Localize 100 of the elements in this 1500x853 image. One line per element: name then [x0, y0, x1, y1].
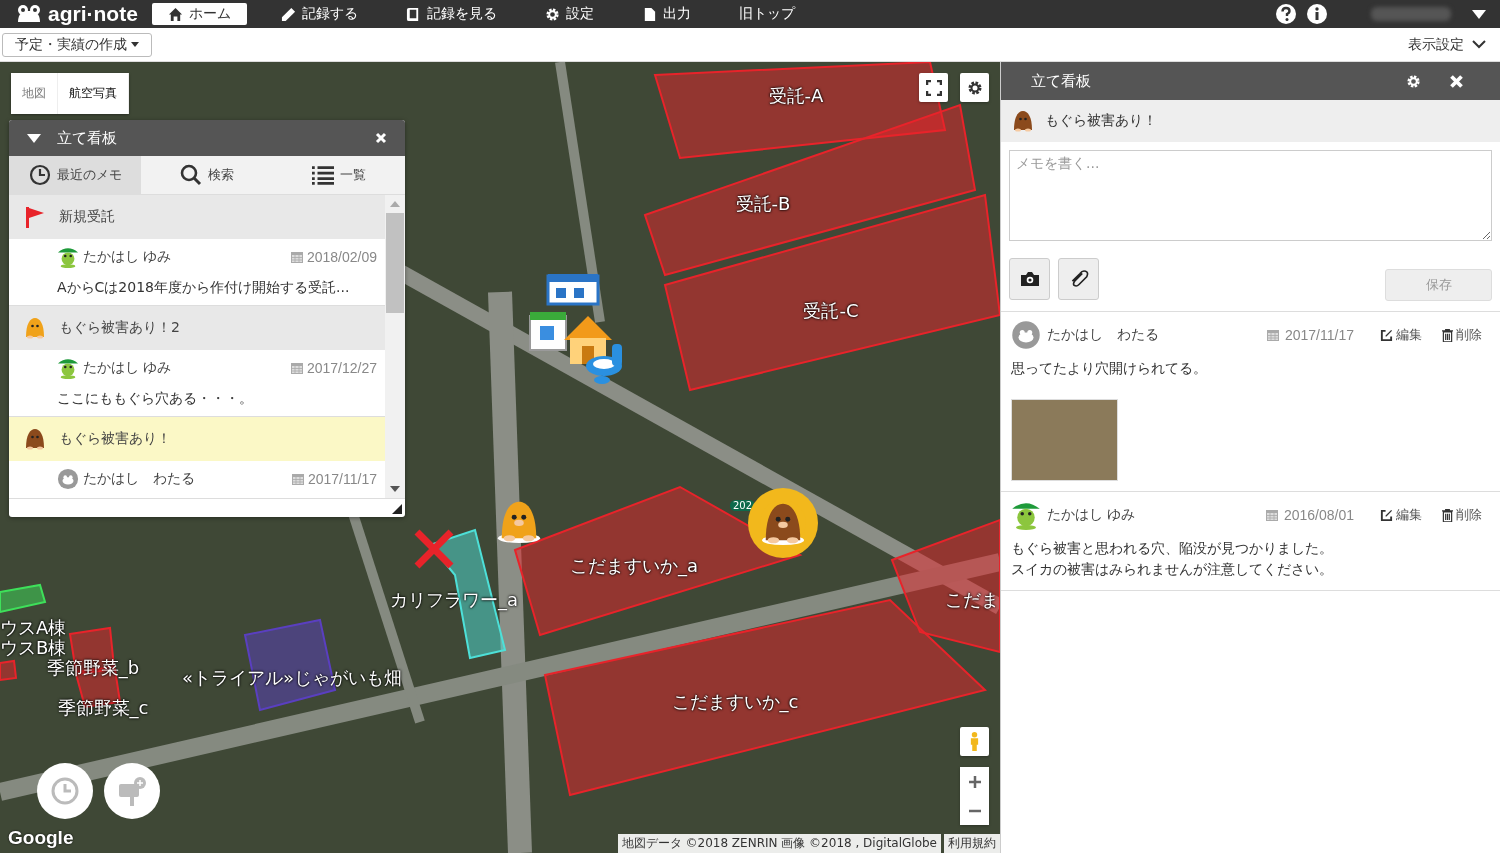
collapse-icon[interactable]	[27, 133, 41, 143]
mole-icon	[23, 316, 47, 340]
trash-icon	[1442, 328, 1453, 342]
board-list-item[interactable]: 新規受託	[9, 195, 385, 239]
memo-date: 2017/12/27	[306, 360, 377, 376]
memo-author: たかはし わたる	[83, 470, 195, 488]
calendar-icon	[290, 362, 303, 374]
terms-link[interactable]: 利用規約	[944, 834, 1000, 853]
mole-icon	[1011, 109, 1035, 133]
nav-tab[interactable]: 旧トップ	[724, 3, 809, 25]
memo-date: 2018/02/09	[306, 249, 377, 265]
board-list-item[interactable]: もぐら被害あり！	[9, 417, 385, 461]
photo-placeholder[interactable]	[1011, 399, 1118, 481]
fullscreen-button[interactable]	[919, 73, 948, 102]
comment-date: 2016/08/01	[1283, 507, 1354, 523]
comment-text: 思ってたより穴開けられてる。	[1011, 359, 1208, 378]
frog-avatar-icon	[1011, 500, 1041, 530]
nav-tab[interactable]: 記録する	[266, 3, 372, 25]
frog-logo-icon	[16, 4, 42, 24]
field-label: 受託-B	[735, 192, 791, 216]
memo-input-field[interactable]: メモを書く...	[1009, 150, 1492, 241]
memo-author: たかはし ゆみ	[83, 248, 172, 266]
caret-icon[interactable]	[1472, 9, 1486, 19]
mole-icon	[23, 427, 47, 451]
board-list-item[interactable]: もぐら被害あり！2	[9, 306, 385, 350]
settings-icon	[544, 6, 560, 22]
resize-grip-icon[interactable]	[392, 504, 402, 514]
history-button[interactable]	[37, 763, 93, 819]
person-icon	[969, 731, 980, 752]
comment-author: たかはし わたる	[1047, 326, 1159, 344]
app-logo[interactable]: agri·note	[0, 2, 152, 26]
camera-button[interactable]	[1009, 258, 1050, 300]
google-logo: Google	[8, 827, 74, 849]
memo-author: たかはし ゆみ	[83, 359, 172, 377]
scrollbar-thumb[interactable]	[386, 213, 404, 313]
panel-title: 立て看板	[57, 128, 117, 148]
map-attribution: 地図データ ©2018 ZENRIN 画像 ©2018 , DigitalGlobe	[617, 834, 941, 853]
field-polygon[interactable]	[0, 659, 18, 682]
zoom-in-button[interactable]	[960, 767, 989, 796]
board-title: もぐら被害あり！	[1045, 112, 1157, 130]
calendar-icon	[1266, 329, 1279, 341]
edit-icon	[1380, 328, 1393, 342]
edit-link[interactable]: 編集	[1380, 326, 1422, 344]
plan-record-dropdown[interactable]: 予定・実績の作成	[2, 32, 152, 57]
field-label: ウスA棟	[0, 616, 67, 639]
comment-date: 2017/11/17	[1284, 327, 1354, 343]
book-icon	[405, 6, 421, 22]
memo-date: 2017/11/17	[307, 471, 377, 487]
caret-icon	[131, 42, 139, 47]
field-label: 受託-C	[803, 299, 859, 323]
road-number-sign: 202	[730, 500, 756, 511]
attach-button[interactable]	[1058, 258, 1099, 300]
nav-tab[interactable]: 設定	[530, 3, 608, 25]
chevron-down-icon	[1472, 40, 1486, 49]
edit-icon	[1380, 508, 1393, 522]
close-icon[interactable]	[1449, 73, 1464, 89]
edit-link[interactable]: 編集	[1380, 506, 1422, 524]
nav-tab[interactable]: 記録を見る	[391, 3, 511, 25]
close-icon[interactable]	[375, 132, 387, 144]
field-polygon[interactable]	[0, 583, 47, 614]
settings-icon[interactable]	[1406, 73, 1421, 89]
calendar-icon	[1265, 509, 1278, 521]
pencil-icon	[280, 6, 296, 22]
clock-icon	[28, 164, 51, 186]
plus-icon	[967, 774, 982, 789]
list-icon	[312, 164, 334, 186]
user-avatar-icon	[57, 468, 79, 490]
settings-button[interactable]	[960, 73, 989, 102]
help-icon[interactable]	[1275, 3, 1297, 25]
delete-link[interactable]: 削除	[1442, 506, 1482, 524]
map-type-button[interactable]: 航空写真	[58, 73, 129, 114]
field-label: こだますいか_c	[671, 690, 799, 714]
memo-text: ここにももぐら穴ある・・・。	[57, 390, 254, 408]
field-polygon[interactable]	[663, 193, 1000, 392]
search-icon	[180, 164, 202, 186]
field-label: こだますいか_a	[570, 554, 698, 578]
calendar-icon	[290, 251, 303, 263]
field-label: 受託-A	[768, 84, 824, 108]
field-label: こだま	[945, 588, 999, 612]
info-icon[interactable]	[1306, 3, 1328, 25]
frog-avatar-icon	[57, 246, 79, 268]
settings-icon	[966, 79, 983, 96]
fullscreen-icon	[925, 79, 942, 96]
scrollbar[interactable]	[385, 195, 405, 498]
map-type-button[interactable]: 地図	[11, 73, 58, 114]
panel-title: 立て看板	[1031, 71, 1091, 91]
comment-text: もぐら被害と思われる穴、陥没が見つかりました。 スイカの被害はみられませんが注意してください。	[1011, 539, 1334, 579]
zoom-out-button[interactable]	[960, 796, 989, 825]
field-label: ウスB棟	[0, 637, 67, 659]
cross-marker-icon[interactable]	[413, 528, 455, 570]
nav-tab[interactable]: ホーム	[151, 3, 247, 25]
user-avatar-icon	[1011, 320, 1041, 350]
view-settings-link[interactable]: 表示設定	[1408, 35, 1486, 54]
panel-tab[interactable]: 最近のメモ	[9, 156, 141, 194]
add-signboard-button[interactable]	[104, 763, 160, 819]
nav-tab[interactable]: 出力	[627, 3, 705, 25]
delete-link[interactable]: 削除	[1442, 326, 1482, 344]
scroll-down-icon[interactable]	[390, 486, 400, 492]
trash-icon	[1442, 508, 1453, 522]
memo-text: AからCは2018年度から作付け開始する受託...	[57, 279, 351, 297]
